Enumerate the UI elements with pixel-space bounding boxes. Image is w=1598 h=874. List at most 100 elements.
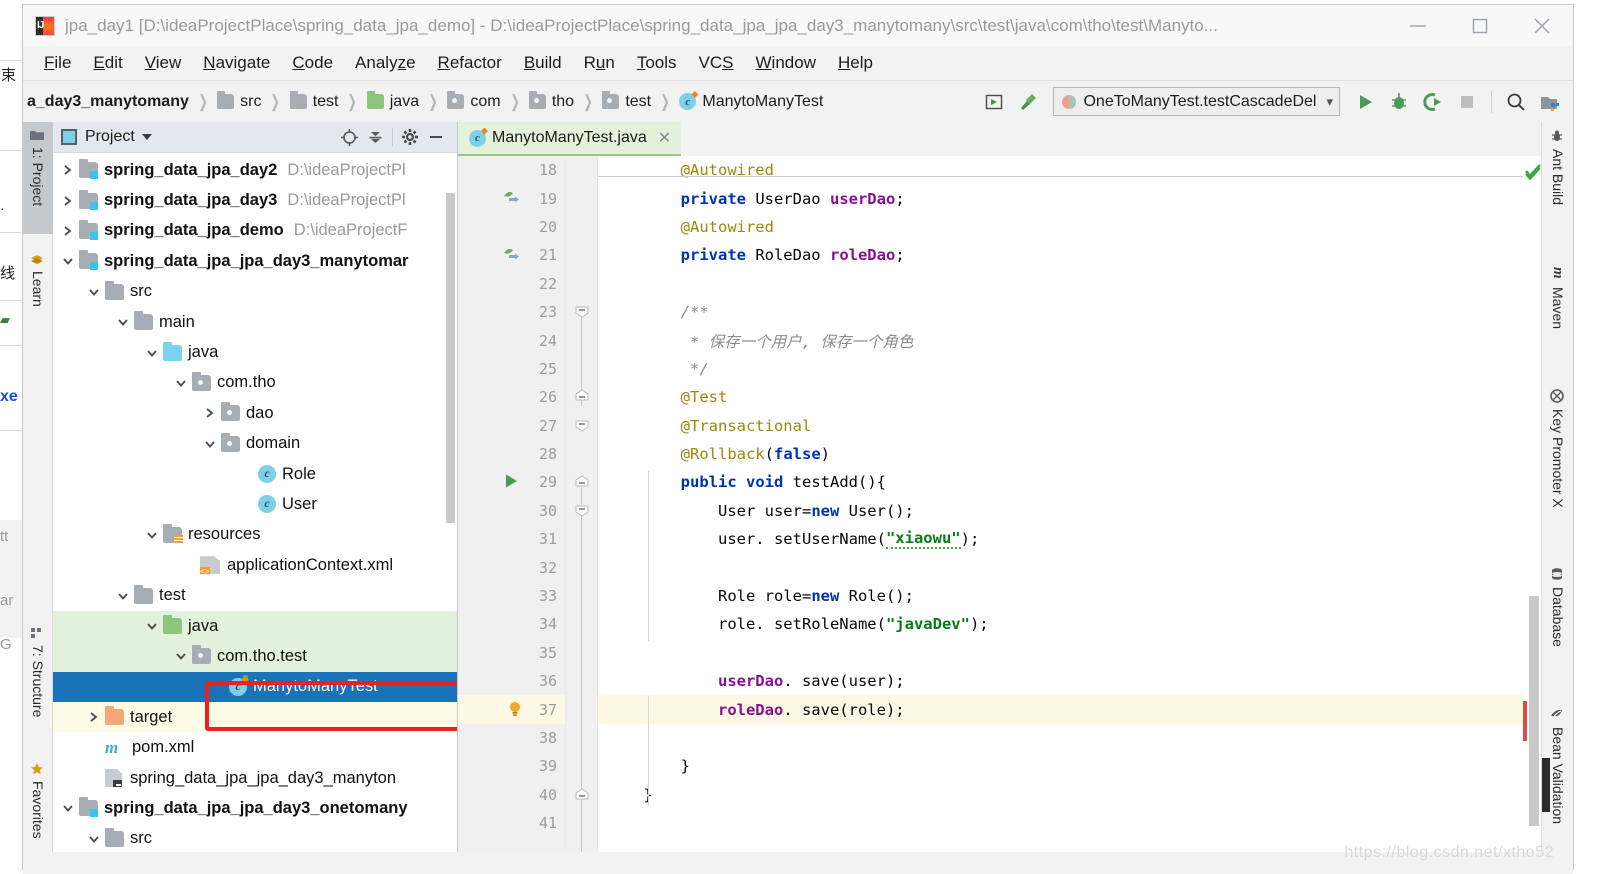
run-with-coverage-button[interactable]: [1416, 85, 1450, 119]
menu-analyze[interactable]: Analyze: [344, 51, 427, 75]
fold-collapse-icon[interactable]: [575, 788, 589, 802]
fold-collapse-icon[interactable]: [575, 304, 589, 318]
chevron-down-icon[interactable]: [170, 378, 192, 388]
tree-item-module[interactable]: spring_data_jpa_jpa_day3_manytomar: [53, 246, 457, 276]
tree-item-source-root[interactable]: java: [53, 337, 457, 367]
tree-item-class[interactable]: c Role: [53, 459, 457, 489]
breadcrumb-src[interactable]: src: [217, 91, 261, 111]
menu-navigate[interactable]: Navigate: [192, 51, 281, 75]
tree-item-folder[interactable]: src: [53, 277, 457, 307]
breadcrumb-test[interactable]: test: [289, 91, 338, 111]
menu-run[interactable]: Run: [573, 51, 626, 75]
chevron-down-icon[interactable]: [199, 439, 221, 449]
sidebar-item-favorites[interactable]: Favorites: [23, 756, 53, 868]
close-button[interactable]: [1511, 5, 1573, 46]
tree-item-resources-root[interactable]: resources: [53, 520, 457, 550]
chevron-down-icon[interactable]: [141, 530, 163, 540]
chevron-right-icon[interactable]: [57, 195, 79, 207]
chevron-down-icon[interactable]: [170, 651, 192, 661]
tree-item-module[interactable]: spring_data_jpa_jpa_day3_onetomany: [53, 793, 457, 823]
chevron-down-icon[interactable]: [112, 317, 134, 327]
menu-build[interactable]: Build: [513, 51, 573, 75]
tree-item-target-folder[interactable]: target: [53, 702, 457, 733]
gear-icon[interactable]: [397, 124, 423, 150]
tree-item-test-root[interactable]: java: [53, 610, 457, 642]
tree-item-file[interactable]: spring_data_jpa_jpa_day3_manyton: [53, 763, 457, 793]
inspection-ok-icon[interactable]: [1524, 164, 1541, 181]
project-structure-icon[interactable]: [1533, 85, 1567, 119]
fold-collapse-icon[interactable]: [575, 475, 589, 489]
chevron-right-icon[interactable]: [199, 407, 221, 419]
chevron-down-icon[interactable]: [141, 348, 163, 358]
tree-item-folder[interactable]: src: [53, 824, 457, 852]
tree-item-class[interactable]: c User: [53, 489, 457, 519]
run-button[interactable]: [1348, 85, 1382, 119]
tree-item-folder[interactable]: main: [53, 307, 457, 337]
breadcrumb-module[interactable]: a_day3_manytomany: [27, 93, 189, 111]
editor-fold-column[interactable]: [566, 156, 598, 852]
sidebar-item-key-promoter-x[interactable]: Key Promoter X: [1542, 384, 1574, 546]
search-everywhere-icon[interactable]: [1499, 85, 1533, 119]
tree-item-package[interactable]: dao: [53, 398, 457, 428]
chevron-down-icon[interactable]: [83, 834, 105, 844]
tree-item-package[interactable]: com.tho.test: [53, 641, 457, 672]
chevron-down-icon[interactable]: [141, 134, 152, 140]
editor-tab-manytomanytest[interactable]: c ManytoManyTest.java ✕: [458, 122, 682, 156]
breadcrumb-tho[interactable]: tho: [528, 91, 574, 111]
menu-tools[interactable]: Tools: [626, 51, 688, 75]
sidebar-item-structure[interactable]: 7: Structure: [23, 620, 53, 752]
menu-edit[interactable]: Edit: [82, 51, 133, 75]
menu-view[interactable]: View: [134, 51, 193, 75]
chevron-down-icon[interactable]: [141, 621, 163, 631]
editor-marker-column[interactable]: [1523, 156, 1541, 852]
breadcrumb-class[interactable]: c ManytoManyTest: [679, 93, 823, 111]
project-panel-scrollbar[interactable]: [446, 193, 455, 523]
run-test-icon[interactable]: [502, 472, 522, 492]
spring-bean-icon[interactable]: [502, 245, 522, 265]
code-editor[interactable]: 18 19 20 21 22 23 24 25 26 27 28 29 30 3…: [458, 156, 1541, 852]
chevron-down-icon[interactable]: [112, 591, 134, 601]
debug-button[interactable]: [1382, 85, 1416, 119]
breadcrumb-com[interactable]: com: [447, 91, 501, 111]
menu-vcs[interactable]: VCS: [688, 51, 745, 75]
locate-target-icon[interactable]: [336, 124, 362, 150]
sidebar-item-ant-build[interactable]: Ant Build: [1542, 124, 1574, 242]
sidebar-item-database[interactable]: Database: [1542, 562, 1574, 684]
menu-code[interactable]: Code: [281, 51, 344, 75]
maximize-button[interactable]: [1449, 5, 1511, 46]
menu-window[interactable]: Window: [745, 51, 827, 75]
editor-vertical-scrollbar[interactable]: [1529, 596, 1539, 826]
fold-collapse-icon[interactable]: [575, 389, 589, 403]
hide-panel-icon[interactable]: [423, 124, 449, 150]
menu-help[interactable]: Help: [827, 51, 884, 75]
error-stripe-marker[interactable]: [1523, 701, 1527, 741]
fold-collapse-icon[interactable]: [575, 418, 589, 432]
code-text-area[interactable]: @Autowired private UserDao userDao; @Aut…: [598, 156, 1523, 852]
intention-bulb-icon[interactable]: [506, 700, 526, 720]
breadcrumb-test-pkg[interactable]: test: [602, 91, 651, 111]
collapse-all-icon[interactable]: [362, 124, 388, 150]
editor-gutter[interactable]: 18 19 20 21 22 23 24 25 26 27 28 29 30 3…: [458, 156, 566, 852]
menu-refactor[interactable]: Refactor: [427, 51, 513, 75]
project-tree[interactable]: spring_data_jpa_day2 D:\ideaProjectPl sp…: [53, 153, 457, 852]
breadcrumb-java[interactable]: java: [366, 91, 419, 111]
tree-item-test-class-selected[interactable]: c ManytoManyTest: [53, 671, 457, 703]
tree-item-file[interactable]: applicationContext.xml: [53, 550, 457, 580]
tree-item-module[interactable]: spring_data_jpa_demo D:\ideaProjectF: [53, 216, 457, 246]
chevron-right-icon[interactable]: [57, 164, 79, 176]
minimize-button[interactable]: [1387, 5, 1449, 46]
tree-item-folder[interactable]: test: [53, 580, 457, 610]
tree-item-package[interactable]: com.tho: [53, 368, 457, 398]
chevron-right-icon[interactable]: [83, 711, 105, 723]
run-configuration-selector[interactable]: OneToManyTest.testCascadeDel ▾: [1053, 87, 1340, 116]
chevron-down-icon[interactable]: [57, 256, 79, 266]
tree-item-module[interactable]: spring_data_jpa_day2 D:\ideaProjectPl: [53, 155, 457, 185]
chevron-right-icon[interactable]: [57, 225, 79, 237]
chevron-down-icon[interactable]: [83, 287, 105, 297]
tree-item-module[interactable]: spring_data_jpa_day3 D:\ideaProjectPl: [53, 185, 457, 215]
chevron-down-icon[interactable]: [57, 803, 79, 813]
close-icon[interactable]: ✕: [658, 128, 671, 148]
sidebar-item-maven[interactable]: m Maven: [1542, 262, 1574, 362]
build-hammer-icon[interactable]: [1011, 85, 1045, 119]
fold-collapse-icon[interactable]: [575, 503, 589, 517]
